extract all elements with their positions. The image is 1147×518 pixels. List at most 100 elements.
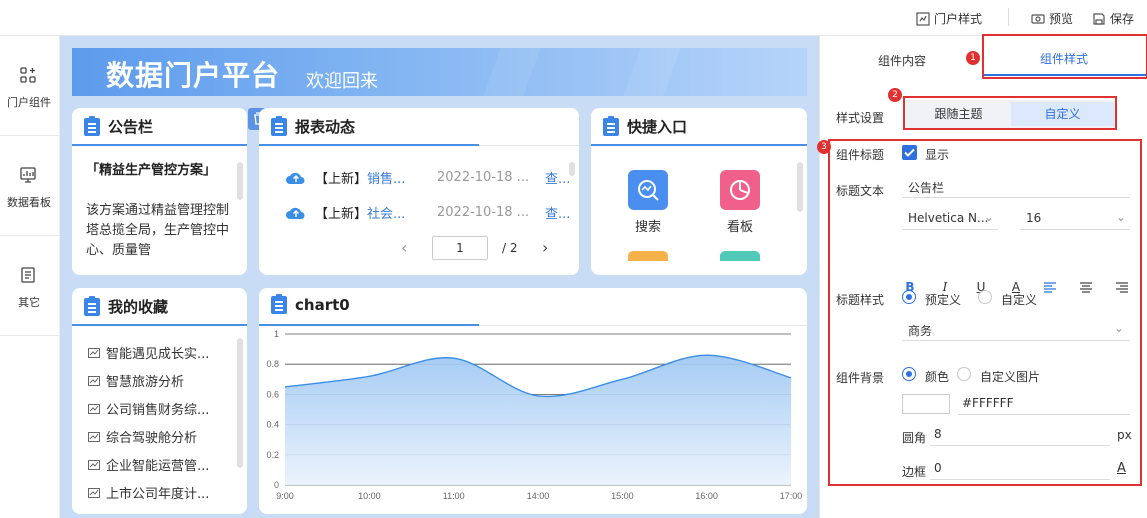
predefined-radio[interactable] — [902, 290, 916, 304]
cloud-upload-icon — [286, 172, 305, 184]
font-family-select[interactable]: Helvetica N... ⌄ — [902, 206, 998, 230]
banner-decoration — [623, 48, 681, 96]
shortcut-card[interactable]: 快捷入口 搜索 看板 — [591, 108, 807, 275]
preview-button[interactable]: 预览 — [1031, 10, 1073, 27]
scrollbar[interactable] — [237, 338, 243, 468]
list-item[interactable]: 智慧旅游分析 — [88, 371, 184, 390]
x-tick-label: 17:00 — [780, 491, 803, 501]
shortcut-label: 搜索 — [634, 220, 661, 235]
card-title-underline — [72, 144, 247, 146]
report-row[interactable]: 【上新】 销售... 2022-10-18 ... 查... — [285, 168, 570, 187]
report-view-link[interactable]: 查... — [545, 203, 570, 222]
clipboard-icon — [271, 294, 287, 314]
banner[interactable]: 数据门户平台 欢迎回来 — [72, 48, 807, 96]
left-nav: 门户组件 数据看板 其它 — [0, 36, 60, 518]
style-value: 商务 — [908, 324, 933, 338]
card-title-underline — [72, 324, 247, 326]
reports-card[interactable]: 报表动态 【上新】 销售... 2022-10-18 ... 查... 【上新】… — [259, 108, 579, 275]
report-name-link[interactable]: 销售... — [367, 168, 405, 187]
favorites-title-text: 我的收藏 — [108, 298, 169, 316]
step-badge: 2 — [888, 88, 902, 102]
color-hex-input[interactable]: #FFFFFF — [958, 391, 1130, 415]
banner-title: 数据门户平台 — [106, 59, 281, 92]
series-area — [285, 355, 791, 485]
bg-color-radio[interactable] — [902, 367, 916, 381]
nav-other[interactable]: 其它 — [0, 236, 60, 336]
notice-title: 公告栏 — [84, 115, 153, 137]
shortcut-title: 快捷入口 — [603, 115, 687, 137]
list-item[interactable]: 智能遇见成长实... — [88, 343, 209, 362]
nav-label: 其它 — [18, 296, 40, 309]
notice-heading: 「精益生产管控方案」 — [86, 163, 217, 178]
chart-icon — [88, 487, 100, 498]
list-item[interactable]: 综合驾驶舱分析 — [88, 427, 197, 446]
favorite-label: 企业智能运营管... — [106, 459, 210, 474]
search-shortcut-icon[interactable] — [628, 170, 668, 210]
bg-image-label: 自定义图片 — [980, 370, 1041, 384]
title-text-input[interactable]: 公告栏 — [902, 174, 1130, 198]
save-icon — [1093, 12, 1105, 25]
align-center-icon[interactable] — [1079, 282, 1093, 294]
show-label: 显示 — [925, 148, 950, 162]
title-style-select[interactable]: 商务 ⌄ — [902, 317, 1130, 341]
save-button[interactable]: 保存 — [1092, 10, 1134, 27]
report-name-link[interactable]: 社会... — [367, 203, 405, 222]
chart-title: chart0 — [271, 294, 350, 314]
document-icon — [21, 267, 35, 283]
tab-component-content[interactable]: 组件内容 — [878, 52, 926, 69]
components-icon — [20, 67, 36, 83]
scrollbar[interactable] — [569, 162, 575, 176]
x-tick-label: 16:00 — [695, 491, 718, 501]
eye-icon — [1031, 13, 1045, 24]
show-title-checkbox[interactable] — [902, 145, 917, 160]
radius-input[interactable]: 8 — [930, 422, 1110, 446]
report-row[interactable]: 【上新】 社会... 2022-10-18 ... 查... — [285, 203, 570, 222]
monitor-icon — [20, 167, 36, 183]
border-input[interactable]: 0 — [930, 456, 1110, 480]
pager-prev-button[interactable]: ‹ — [401, 238, 407, 257]
report-date: 2022-10-18 ... — [437, 170, 530, 185]
scrollbar[interactable] — [797, 162, 803, 212]
pager-page-input[interactable]: 1 — [432, 236, 488, 260]
banner-decoration — [483, 48, 541, 96]
font-size-select[interactable]: 16 ⌄ — [1020, 206, 1130, 230]
align-left-icon[interactable] — [1043, 282, 1057, 294]
favorites-card[interactable]: 我的收藏 智能遇见成长实... 智慧旅游分析公司销售财务综... 综合驾驶舱分析企业… — [72, 288, 247, 514]
y-tick-label: 0.8 — [266, 359, 279, 369]
font-family-value: Helvetica N... — [908, 211, 989, 225]
report-view-link[interactable]: 查... — [545, 168, 570, 187]
chart-card[interactable]: chart0 0 0.2 0.4 0.6 0.8 1 9:00 10:00 11:00 14:00… — [259, 288, 807, 514]
reports-title: 报表动态 — [271, 115, 355, 137]
list-item[interactable]: 企业智能运营管... — [88, 455, 209, 474]
align-right-icon[interactable] — [1115, 282, 1129, 294]
border-color-icon[interactable]: A — [1117, 461, 1126, 476]
step-badge: 1 — [966, 51, 980, 65]
notice-card[interactable]: 公告栏 「精益生产管控方案」 该方案通过精益管理控制塔总揽全局，生产管控中心、质… — [72, 108, 247, 275]
portal-style-button[interactable]: 门户样式 — [916, 10, 982, 27]
color-swatch[interactable] — [902, 394, 950, 414]
save-label: 保存 — [1110, 12, 1135, 26]
list-item[interactable]: 上市公司年度计... — [88, 483, 209, 502]
portal-style-icon — [916, 11, 930, 26]
nav-portal-components[interactable]: 门户组件 — [0, 36, 60, 136]
shortcut-tile[interactable] — [628, 251, 668, 261]
x-tick-label: 9:00 — [276, 491, 294, 501]
card-title-underline — [591, 144, 807, 146]
bg-image-radio[interactable] — [957, 367, 971, 381]
style-setting-label: 样式设置 — [836, 111, 885, 125]
scrollbar[interactable] — [237, 162, 243, 200]
chevron-down-icon: ⌄ — [1113, 321, 1124, 335]
pager-next-button[interactable]: › — [542, 238, 548, 257]
x-tick-label: 11:00 — [443, 491, 465, 501]
shortcut-tile[interactable] — [720, 251, 760, 261]
board-shortcut-icon[interactable] — [720, 170, 760, 210]
nav-data-board[interactable]: 数据看板 — [0, 136, 60, 236]
cloud-upload-icon — [286, 207, 305, 219]
clipboard-icon — [271, 115, 287, 136]
area-chart: 0 0.2 0.4 0.6 0.8 1 9:00 10:00 11:00 14:00 15:00 16… — [266, 329, 803, 501]
nav-label: 门户组件 — [7, 96, 51, 109]
custom-style-radio[interactable] — [978, 290, 992, 304]
list-item[interactable]: 公司销售财务综... — [88, 399, 209, 418]
chart-icon — [88, 375, 100, 386]
favorite-label: 上市公司年度计... — [106, 487, 210, 502]
